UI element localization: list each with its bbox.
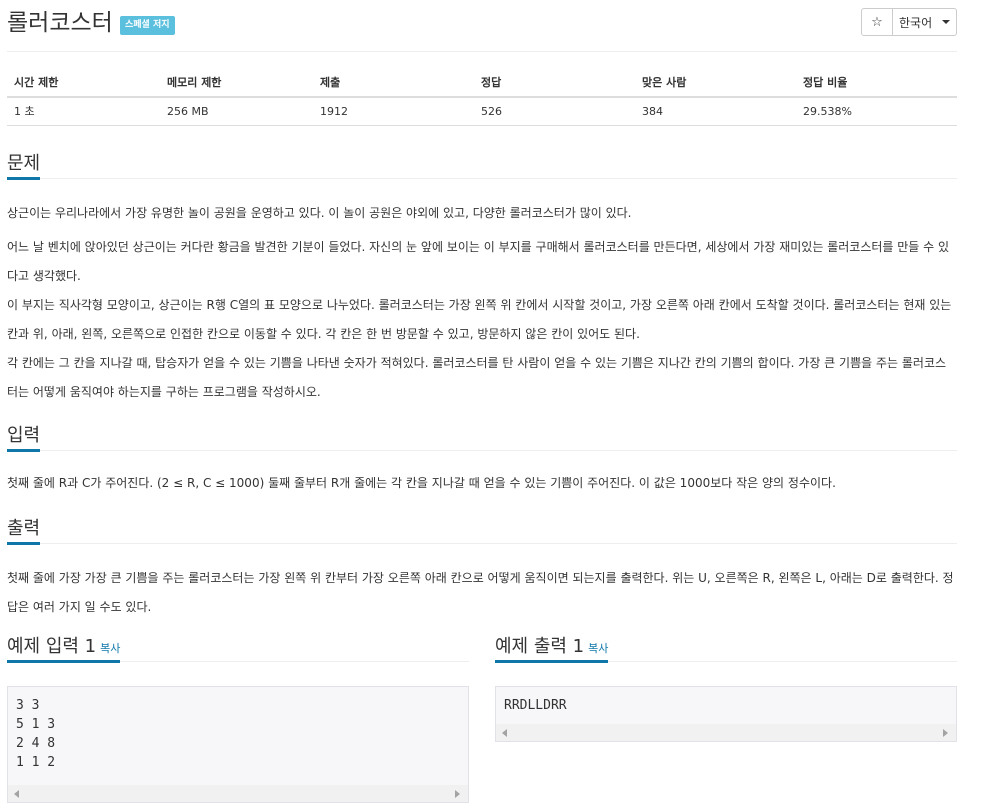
scroll-right-icon[interactable] (943, 729, 948, 737)
problem-paragraph-4: 각 칸에는 그 칸을 지나갈 때, 탑승자가 얻을 수 있는 기쁨을 나타낸 숫… (7, 356, 947, 399)
sample-input-title: 예제 입력 1 복사 (7, 635, 121, 663)
language-label: 한국어 (899, 15, 933, 30)
problem-paragraph-2: 어느 날 벤치에 앉아있던 상근이는 커다란 황금을 발견한 기분이 들었다. … (7, 240, 950, 283)
info-header-ratio: 정답 비율 (796, 68, 957, 98)
info-header-time-limit: 시간 제한 (7, 68, 160, 98)
sample-output-title: 예제 출력 1 복사 (495, 635, 609, 663)
info-header-submissions: 제출 (313, 68, 474, 98)
problem-info-table: 시간 제한 메모리 제한 제출 정답 맞은 사람 정답 비율 1 초 256 M… (7, 68, 957, 126)
star-icon: ☆ (871, 14, 883, 30)
star-button[interactable]: ☆ (861, 8, 893, 36)
sample-output-box[interactable]: RRDLLDRR (495, 686, 957, 742)
sample-input-heading: 예제 입력 1 복사 (7, 635, 469, 663)
output-description: 첫째 줄에 가장 가장 큰 기쁨을 주는 롤러코스터는 가장 왼쪽 위 칸부터 … (7, 571, 954, 614)
input-description: 첫째 줄에 R과 C가 주어진다. (2 ≤ R, C ≤ 1000) 둘째 줄… (7, 476, 836, 490)
special-judge-badge: 스페셜 저지 (120, 16, 175, 35)
info-header-memory-limit: 메모리 제한 (160, 68, 313, 98)
sample-input-title-text: 예제 입력 1 (7, 636, 97, 657)
info-header-accepted: 정답 (474, 68, 635, 98)
info-value-solvers: 384 (635, 97, 796, 126)
sample-output-content: RRDLLDRR (504, 698, 567, 713)
sample-output-scrollbar[interactable] (496, 724, 956, 741)
sample-output-title-text: 예제 출력 1 (495, 636, 585, 657)
info-value-ratio: 29.538% (796, 97, 957, 126)
info-value-time-limit: 1 초 (7, 97, 160, 126)
scroll-right-icon[interactable] (455, 790, 460, 798)
language-dropdown[interactable]: 한국어 (893, 8, 957, 36)
problem-header: 롤러코스터 스페셜 저지 ☆ 한국어 (7, 8, 957, 52)
problem-paragraph-1: 상근이는 우리나라에서 가장 유명한 놀이 공원을 운영하고 있다. 이 놀이 … (7, 206, 632, 220)
header-button-group: ☆ 한국어 (861, 8, 957, 36)
info-value-row: 1 초 256 MB 1912 526 384 29.538% (7, 97, 957, 126)
sample-output-heading: 예제 출력 1 복사 (495, 635, 957, 663)
info-header-row: 시간 제한 메모리 제한 제출 정답 맞은 사람 정답 비율 (7, 68, 957, 98)
sample-input-box[interactable]: 3 3 5 1 3 2 4 8 1 1 2 (7, 686, 469, 803)
input-section-title: 입력 (7, 424, 41, 452)
problem-paragraph-3: 이 부지는 직사각형 모양이고, 상근이는 R행 C열의 표 모양으로 나누었다… (7, 298, 952, 341)
copy-output-button[interactable]: 복사 (588, 642, 608, 655)
caret-down-icon (942, 20, 950, 24)
sample-input-scrollbar[interactable] (8, 785, 468, 802)
problem-section-title: 문제 (7, 152, 41, 180)
scroll-left-icon[interactable] (14, 790, 19, 798)
problem-title: 롤러코스터 (7, 10, 113, 36)
sample-input-content: 3 3 5 1 3 2 4 8 1 1 2 (16, 698, 56, 770)
scroll-left-icon[interactable] (502, 729, 507, 737)
output-section-heading: 출력 (7, 517, 957, 545)
input-section-heading: 입력 (7, 424, 957, 452)
info-value-accepted: 526 (474, 97, 635, 126)
info-header-solvers: 맞은 사람 (635, 68, 796, 98)
output-section-title: 출력 (7, 517, 41, 545)
problem-section-heading: 문제 (7, 152, 957, 180)
copy-input-button[interactable]: 복사 (100, 642, 120, 655)
info-value-submissions: 1912 (313, 97, 474, 126)
info-value-memory-limit: 256 MB (160, 97, 313, 126)
